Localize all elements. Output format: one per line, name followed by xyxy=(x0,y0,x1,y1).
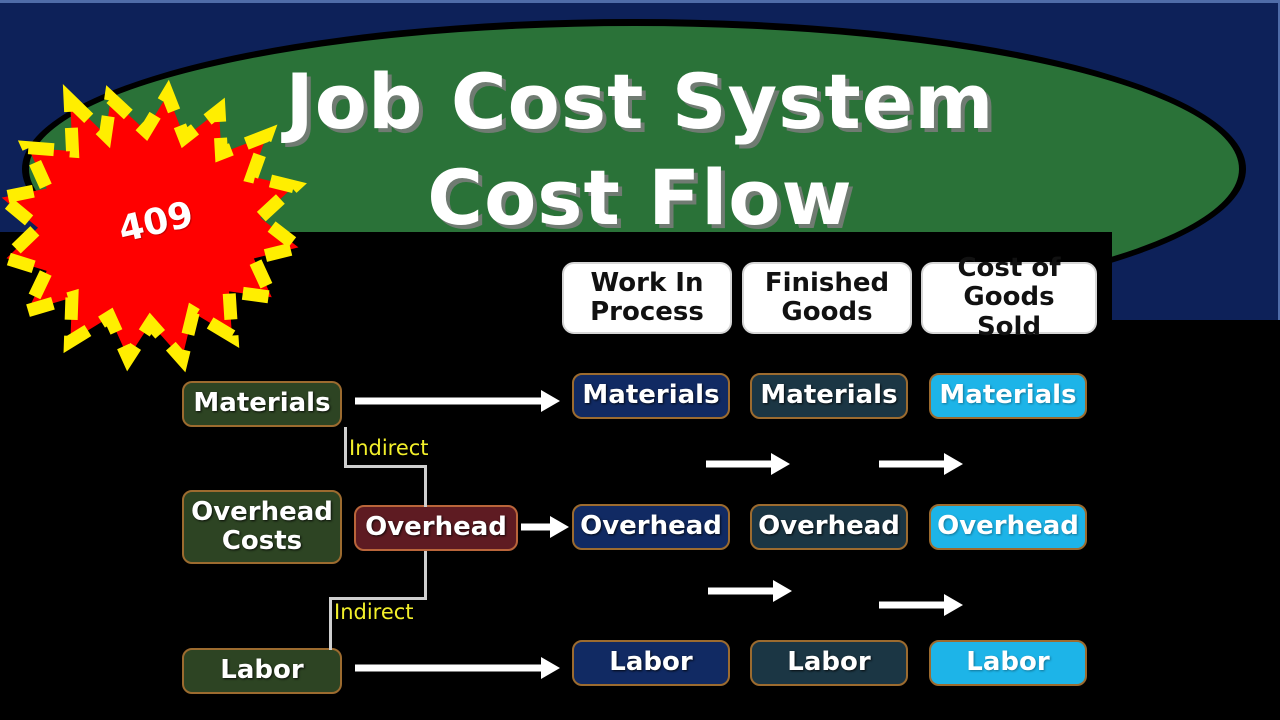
arrow-shaft xyxy=(879,601,946,609)
source-box-overhead-costs: Overhead Costs xyxy=(182,490,342,564)
column-header-cogs-line-2: Goods Sold xyxy=(963,282,1055,342)
arrow-head xyxy=(944,453,963,475)
cell-cogs-materials: Materials xyxy=(929,373,1087,419)
arrow-shaft xyxy=(708,587,775,595)
arrow-finished-goods-to-cogs-2 xyxy=(879,593,963,617)
arrow-shaft xyxy=(706,460,773,468)
overhead-pool-box: Overhead xyxy=(354,505,518,551)
arrow-wip-to-finished-goods-2 xyxy=(708,579,792,603)
cell-finished-goods-labor: Labor xyxy=(750,640,908,686)
indirect-label-labor: Indirect xyxy=(334,600,414,624)
column-header-finished-goods: Finished Goods xyxy=(742,262,912,334)
column-header-cogs-line-1: Cost of xyxy=(957,253,1061,284)
arrow-head xyxy=(541,390,560,412)
indirect-label-materials: Indirect xyxy=(349,436,429,460)
arrow-labor-to-wip xyxy=(355,655,560,681)
cell-label: Labor xyxy=(787,647,871,678)
arrow-shaft xyxy=(879,460,946,468)
cell-wip-materials: Materials xyxy=(572,373,730,419)
cell-finished-goods-overhead: Overhead xyxy=(750,504,908,550)
cell-label: Labor xyxy=(609,647,693,678)
cell-label: Materials xyxy=(939,380,1077,411)
connector-labor-indirect-vertical-2 xyxy=(329,597,332,650)
source-box-materials: Materials xyxy=(182,381,342,427)
arrow-finished-goods-to-cogs-1 xyxy=(879,452,963,476)
connector-materials-indirect-vertical-1 xyxy=(344,427,347,467)
cell-cogs-overhead: Overhead xyxy=(929,504,1087,550)
cell-wip-labor: Labor xyxy=(572,640,730,686)
column-header-wip-line-2: Process xyxy=(590,297,704,327)
column-header-fg-line-2: Goods xyxy=(781,297,873,327)
cell-label: Labor xyxy=(966,647,1050,678)
arrow-head xyxy=(541,657,560,679)
cell-label: Materials xyxy=(582,380,720,411)
cell-finished-goods-materials: Materials xyxy=(750,373,908,419)
source-label-overhead-costs-line-2: Costs xyxy=(221,526,303,556)
column-header-fg-line-1: Finished xyxy=(764,267,890,298)
cell-cogs-labor: Labor xyxy=(929,640,1087,686)
arrow-overhead-to-wip xyxy=(521,514,569,540)
arrow-shaft xyxy=(355,664,543,672)
connector-materials-indirect-vertical-2 xyxy=(424,465,427,507)
column-header-cost-of-goods-sold: Cost of Goods Sold xyxy=(921,254,1097,341)
arrow-wip-to-finished-goods-1 xyxy=(706,452,790,476)
arrow-materials-to-wip xyxy=(355,388,560,414)
cell-wip-overhead: Overhead xyxy=(572,504,730,550)
arrow-head xyxy=(944,594,963,616)
connector-labor-indirect-vertical-1 xyxy=(424,551,427,599)
cell-label: Overhead xyxy=(580,511,722,542)
arrow-head xyxy=(773,580,792,602)
cell-label: Overhead xyxy=(758,511,900,542)
source-label-materials: Materials xyxy=(193,388,331,419)
column-header-work-in-process: Work In Process xyxy=(562,262,732,334)
cell-label: Overhead xyxy=(937,511,1079,542)
column-header-wip-line-1: Work In xyxy=(590,267,704,298)
connector-materials-indirect-horizontal xyxy=(344,465,427,468)
overhead-pool-label: Overhead xyxy=(365,512,507,543)
source-label-overhead-costs-line-1: Overhead xyxy=(191,496,333,527)
arrow-head xyxy=(771,453,790,475)
arrow-shaft xyxy=(521,523,552,531)
cell-label: Materials xyxy=(760,380,898,411)
source-label-labor: Labor xyxy=(220,655,304,686)
arrow-shaft xyxy=(355,397,543,405)
arrow-head xyxy=(550,516,569,538)
burst-badge: 409 xyxy=(0,62,312,382)
source-box-labor: Labor xyxy=(182,648,342,694)
slide-canvas: Job Cost System Cost Flow 409 Work In Pr… xyxy=(0,0,1280,720)
